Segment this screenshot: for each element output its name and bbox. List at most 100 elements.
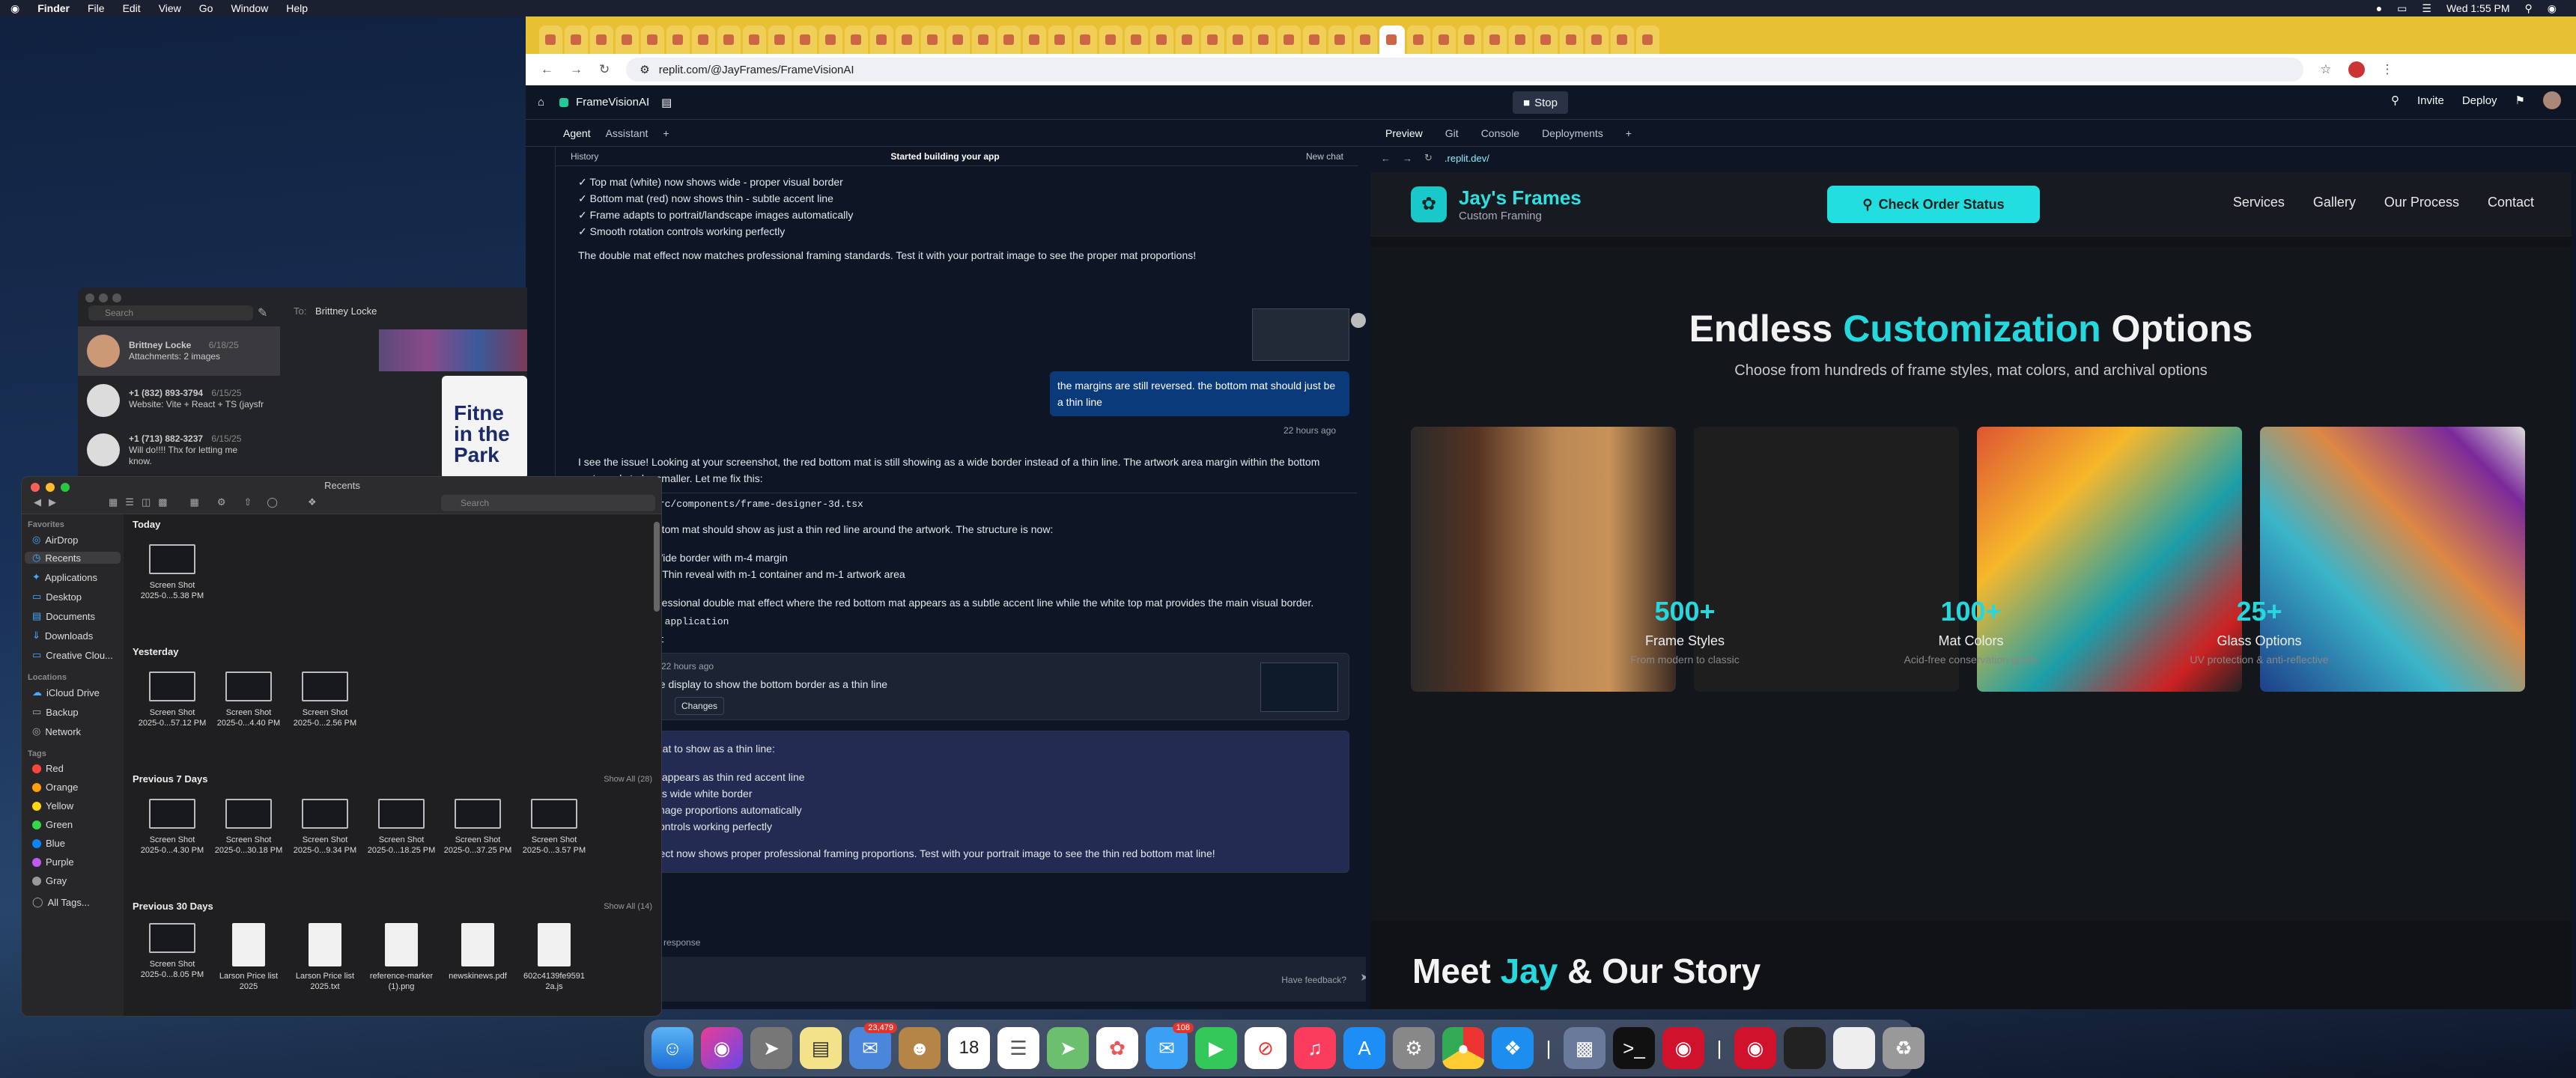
menu-go[interactable]: Go [199,2,213,14]
add-tab-icon[interactable]: + [1626,127,1632,139]
check-order-status-button[interactable]: ⚲ Check Order Status [1827,186,2040,223]
file-item[interactable]: Screen Shot 2025-0...57.12 PM [131,672,213,728]
sidebar-item-tag-orange[interactable]: Orange [32,782,78,793]
browser-tab[interactable] [1048,25,1072,54]
browser-tab[interactable] [1176,25,1199,54]
minimize-icon[interactable] [99,293,108,302]
project-name[interactable]: FrameVisionAI [576,96,649,109]
nav-our-process[interactable]: Our Process [2384,195,2459,210]
notifications-icon[interactable]: ⚑ [2515,94,2525,107]
file-item[interactable]: Screen Shot 2025-0...5.38 PM [131,544,213,601]
sidebar-item-tag-yellow[interactable]: Yellow [32,800,73,811]
mail-dock-icon[interactable]: ✉ 23,479 [849,1023,897,1069]
feedback-link[interactable]: Have feedback? [1281,972,1346,988]
compose-icon[interactable]: ✎ [258,305,267,320]
file-edit-row[interactable]: src/components/frame-designer-3d.tsx [571,493,1357,513]
safari-dock-icon[interactable]: ❖ [1492,1027,1534,1069]
forward-icon[interactable]: → [1403,153,1412,164]
trash-dock-icon[interactable]: ♻ [1883,1027,1925,1069]
notes-dock-icon[interactable]: ▤ [800,1027,842,1069]
forward-icon[interactable]: → [570,62,583,77]
group-icon[interactable]: ▦ [190,496,199,508]
nav-contact[interactable]: Contact [2488,195,2534,210]
menu-window[interactable]: Window [231,2,268,14]
app-store-dock-icon[interactable]: A [1343,1027,1385,1069]
show-all-link[interactable]: Show All (14) [604,902,652,911]
menubar-clock[interactable]: Wed 1:55 PM [2446,2,2510,14]
history-button[interactable]: History [571,148,598,165]
browser-tab[interactable] [1252,25,1275,54]
browser-tab[interactable] [896,25,919,54]
list-view-icon[interactable]: ☰ [125,496,134,508]
back-icon[interactable]: ← [1381,153,1391,164]
menu-view[interactable]: View [159,2,181,14]
sidebar-item-icloud[interactable]: ☁ iCloud Drive [32,686,100,698]
browser-tab[interactable] [590,25,613,54]
maps-dock-icon[interactable]: ➤ [1047,1027,1089,1069]
replit-home-icon[interactable]: ⌂ [538,96,544,109]
tab-agent[interactable]: Agent [563,127,591,139]
nav-gallery[interactable]: Gallery [2313,195,2356,210]
browser-tab[interactable] [1407,25,1430,54]
browser-tab[interactable] [1458,25,1481,54]
search-icon[interactable]: ⚲ [2391,94,2399,107]
browser-tab[interactable] [1099,25,1123,54]
tab-console[interactable]: Console [1481,127,1519,139]
add-tab-icon[interactable]: + [663,127,669,139]
messages-search[interactable]: Search [88,305,253,320]
share-icon[interactable]: ⇧ [244,496,252,508]
sidebar-item-backup[interactable]: ▭ Backup [32,706,79,718]
menu-edit[interactable]: Edit [123,2,141,14]
preview-dock-icon[interactable]: ▩ [1564,1027,1606,1069]
prompt-input[interactable]: Have feedback? ➤ [586,957,1379,1002]
file-item[interactable]: 602c4139fe9591 2a.js [513,923,595,992]
browser-tab[interactable] [972,25,995,54]
browser-tab[interactable] [743,25,766,54]
sidebar-item-airdrop[interactable]: ◎ AirDrop [32,534,78,546]
chrome-dock-icon[interactable]: ● [1442,1027,1484,1069]
browser-tab[interactable] [1278,25,1301,54]
sidebar-item-downloads[interactable]: ⇓ Downloads [32,630,93,642]
checkpoint-thumb[interactable] [1260,663,1338,712]
sidebar-item-recents[interactable]: ◷ Recents [25,552,121,564]
browser-tab[interactable] [1354,25,1377,54]
file-item[interactable]: Screen Shot 2025-0...8.05 PM [131,923,213,980]
finder-dock-icon[interactable]: ☺ [651,1027,693,1069]
browser-tab[interactable] [1125,25,1148,54]
browser-tab[interactable] [1303,25,1326,54]
apple-icon[interactable]: ◉ [10,2,19,15]
user-avatar[interactable] [2543,91,2561,109]
browser-tab[interactable] [845,25,868,54]
sidebar-item-network[interactable]: ◎ Network [32,725,81,737]
file-item[interactable]: Larson Price list 2025 [207,923,290,992]
siri-icon[interactable]: ◉ [2548,2,2557,15]
sidebar-item-desktop[interactable]: ▭ Desktop [32,591,82,603]
messages-dock-icon[interactable]: ✉ 108 [1146,1023,1194,1069]
control-center-icon[interactable]: ☰ [2422,2,2431,15]
close-icon[interactable] [85,293,94,302]
attached-screenshot-thumb[interactable] [1252,308,1349,361]
file-item[interactable]: Screen Shot 2025-0...3.57 PM [513,799,595,856]
reload-icon[interactable]: ↻ [599,62,610,77]
file-item[interactable]: Screen Shot 2025-0...30.18 PM [207,799,290,856]
tab-preview[interactable]: Preview [1385,127,1423,139]
browser-tab[interactable] [692,25,715,54]
browser-tab[interactable] [616,25,639,54]
column-view-icon[interactable]: ◫ [142,496,151,508]
back-icon[interactable]: ◀ [34,496,41,508]
browser-tab[interactable] [539,25,562,54]
browser-tab[interactable] [1150,25,1173,54]
system-settings-dock-icon[interactable]: ⚙ [1393,1027,1435,1069]
search-icon[interactable]: ⚲ [2525,2,2533,15]
browser-tab[interactable] [1534,25,1558,54]
dropbox-icon[interactable]: ❖ [308,496,317,508]
file-item[interactable]: newskinews.pdf [437,923,519,981]
bookmark-icon[interactable]: ☆ [2320,62,2331,77]
sidebar-item-tag-gray[interactable]: Gray [32,875,67,886]
menu-kebab-icon[interactable]: ⋮ [2381,62,2394,77]
action-gear-icon[interactable]: ⚙ [217,496,226,508]
gallery-view-icon[interactable]: ▩ [158,496,167,508]
reminders-dock-icon[interactable]: ☰ [997,1027,1039,1069]
wifi-icon[interactable]: ● [2376,2,2382,14]
browser-tab[interactable] [1074,25,1097,54]
